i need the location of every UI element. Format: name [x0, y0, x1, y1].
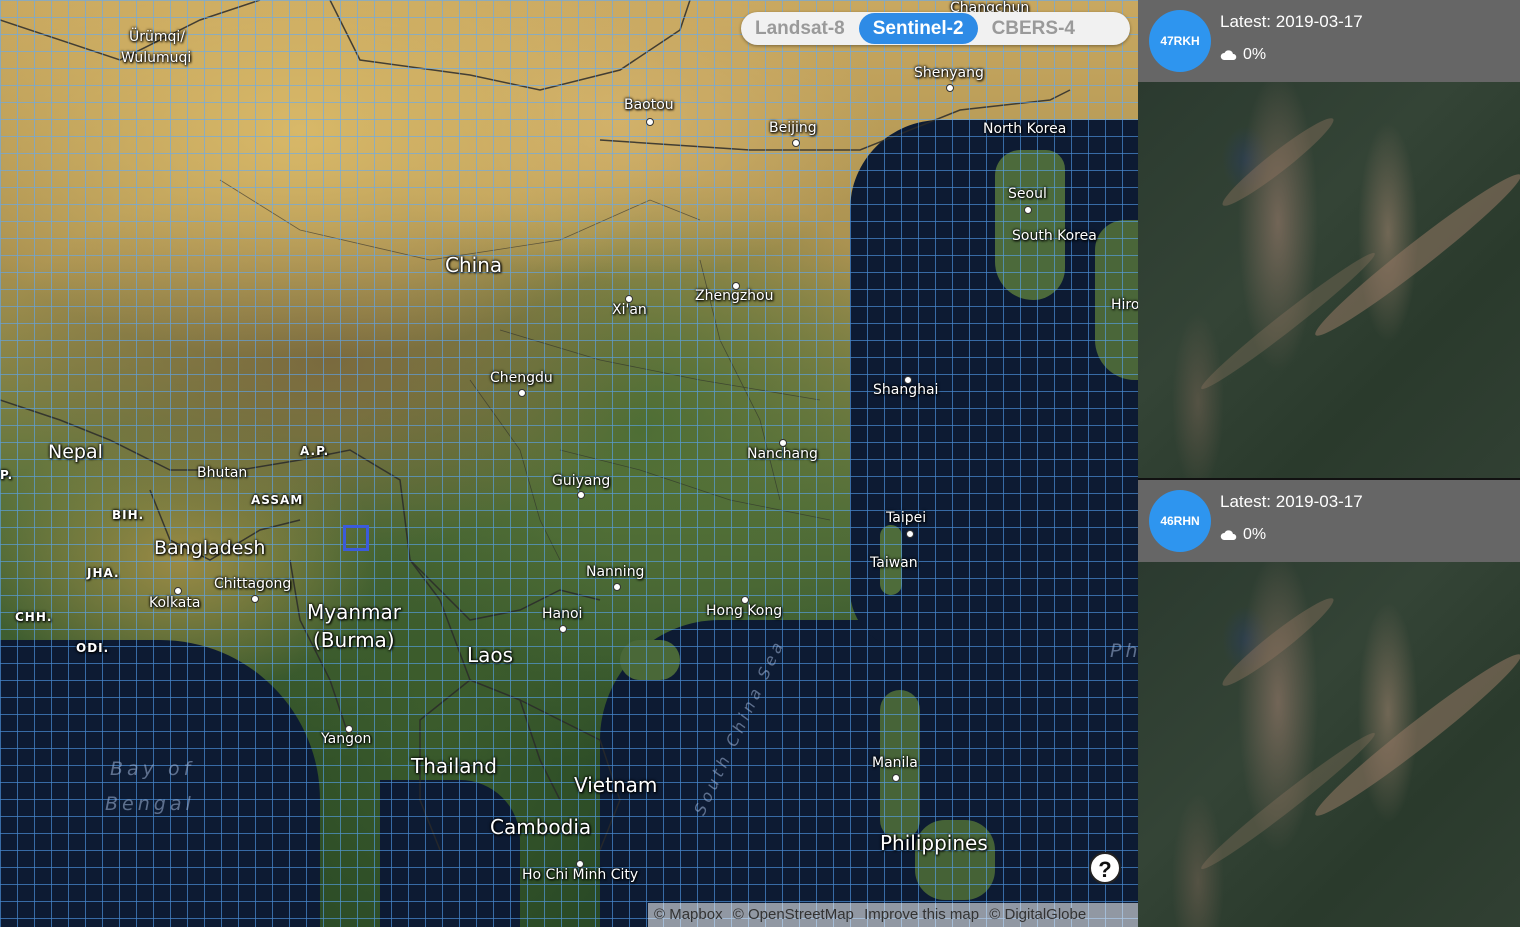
label-guiyang: Guiyang — [552, 473, 611, 489]
terrain-streak — [1216, 591, 1340, 693]
label-yangon: Yangon — [321, 731, 372, 747]
cloud-icon — [1220, 530, 1237, 540]
label-seoul: Seoul — [1008, 186, 1047, 202]
toggle-sentinel-2[interactable]: Sentinel-2 — [858, 13, 978, 44]
label-nanning: Nanning — [586, 564, 645, 580]
city-dot — [892, 774, 900, 782]
city-dot — [1024, 206, 1032, 214]
label-ap: A.P. — [300, 444, 330, 458]
label-laos: Laos — [467, 643, 514, 667]
terrain-streak — [1307, 644, 1520, 826]
toggle-cbers-4[interactable]: CBERS-4 — [978, 13, 1089, 44]
scene-card[interactable]: 47RKH Latest: 2019-03-17 0% — [1138, 0, 1520, 478]
attribution-digitalglobe-link[interactable]: © DigitalGlobe — [989, 906, 1086, 923]
label-thailand: Thailand — [411, 754, 497, 778]
city-dot — [559, 625, 567, 633]
cloud-cover-value: 0% — [1243, 46, 1267, 63]
terrain-streak — [1195, 246, 1381, 396]
city-dot — [792, 139, 800, 147]
label-jha: JHA. — [87, 566, 120, 580]
city-dot — [577, 491, 585, 499]
city-dot — [906, 530, 914, 538]
label-chengdu: Chengdu — [490, 370, 553, 386]
label-taipei: Taipei — [886, 510, 927, 526]
city-dot — [946, 84, 954, 92]
label-bay-of: Bay of — [110, 758, 195, 780]
label-hong-kong: Hong Kong — [706, 603, 783, 619]
cloud-icon — [1220, 50, 1237, 60]
label-south-korea: South Korea — [1012, 228, 1097, 244]
label-baotou: Baotou — [624, 97, 674, 113]
label-shenyang: Shenyang — [914, 65, 984, 81]
label-assam: ASSAM — [251, 493, 304, 507]
label-odi: ODI. — [76, 641, 110, 655]
toggle-landsat-8[interactable]: Landsat-8 — [741, 13, 859, 44]
terrain-streak — [1216, 111, 1340, 213]
label-hiro: Hiro — [1111, 297, 1138, 313]
label-philippines: Philippines — [880, 831, 988, 855]
selected-tile-highlight[interactable] — [343, 525, 369, 551]
label-nanchang: Nanchang — [747, 446, 818, 462]
city-dot — [646, 118, 654, 126]
attribution-mapbox-link[interactable]: © Mapbox — [654, 906, 723, 923]
label-bih: BIH. — [112, 508, 145, 522]
satellite-toggle[interactable]: Landsat-8 Sentinel-2 CBERS-4 — [741, 12, 1130, 45]
cloud-cover-value: 0% — [1243, 526, 1267, 543]
label-hanoi: Hanoi — [542, 606, 583, 622]
tile-grid-overlay[interactable] — [0, 0, 1138, 927]
label-cambodia: Cambodia — [490, 815, 592, 839]
map-view[interactable]: China Nepal Bhutan Bangladesh Myanmar (B… — [0, 0, 1138, 927]
cloud-cover: 0% — [1220, 46, 1266, 64]
label-china: China — [445, 253, 503, 277]
label-urumqi: Ürümqi/ — [129, 29, 186, 45]
city-dot — [251, 595, 259, 603]
scene-thumbnail[interactable] — [1138, 562, 1520, 927]
city-dot — [518, 389, 526, 397]
attribution-osm-link[interactable]: © OpenStreetMap — [733, 906, 854, 923]
attribution-improve-link[interactable]: Improve this map — [864, 906, 979, 923]
label-ph: Ph — [1110, 640, 1138, 662]
label-chh: CHH. — [15, 610, 53, 624]
label-p: P. — [0, 468, 14, 482]
label-bengal: Bengal — [105, 793, 195, 815]
label-beijing: Beijing — [769, 120, 817, 136]
help-button[interactable]: ? — [1089, 852, 1121, 884]
scene-header: 46RHN Latest: 2019-03-17 0% — [1138, 480, 1520, 562]
label-chittagong: Chittagong — [214, 576, 292, 592]
label-wulumuqi: Wulumuqi — [121, 50, 192, 66]
terrain-streak — [1307, 164, 1520, 346]
label-xian: Xi'an — [612, 302, 647, 318]
label-ho-chi-minh: Ho Chi Minh City — [522, 867, 639, 883]
scene-results-sidebar[interactable]: 47RKH Latest: 2019-03-17 0% 46RHN Latest… — [1138, 0, 1520, 927]
label-zhengzhou: Zhengzhou — [695, 288, 774, 304]
map-attribution: © Mapbox © OpenStreetMap Improve this ma… — [648, 903, 1138, 927]
terrain-streak — [1195, 726, 1381, 876]
label-shanghai: Shanghai — [873, 382, 939, 398]
scene-thumbnail[interactable] — [1138, 82, 1520, 478]
label-taiwan: Taiwan — [870, 555, 918, 571]
label-kolkata: Kolkata — [149, 595, 201, 611]
scene-header: 47RKH Latest: 2019-03-17 0% — [1138, 0, 1520, 82]
label-manila: Manila — [872, 755, 918, 771]
city-dot — [174, 587, 182, 595]
scene-card[interactable]: 46RHN Latest: 2019-03-17 0% — [1138, 480, 1520, 927]
label-myanmar: Myanmar — [307, 600, 401, 624]
tile-id-badge: 46RHN — [1149, 490, 1211, 552]
label-bangladesh: Bangladesh — [154, 537, 266, 559]
label-bhutan: Bhutan — [197, 465, 248, 481]
label-north-korea: North Korea — [983, 121, 1067, 137]
label-myanmar-burma: (Burma) — [313, 628, 395, 652]
cloud-cover: 0% — [1220, 526, 1266, 544]
label-nepal: Nepal — [48, 441, 103, 463]
city-dot — [613, 583, 621, 591]
scene-latest-date: Latest: 2019-03-17 — [1220, 12, 1363, 31]
scene-latest-date: Latest: 2019-03-17 — [1220, 492, 1363, 511]
tile-id-badge: 47RKH — [1149, 10, 1211, 72]
label-vietnam: Vietnam — [574, 773, 658, 797]
